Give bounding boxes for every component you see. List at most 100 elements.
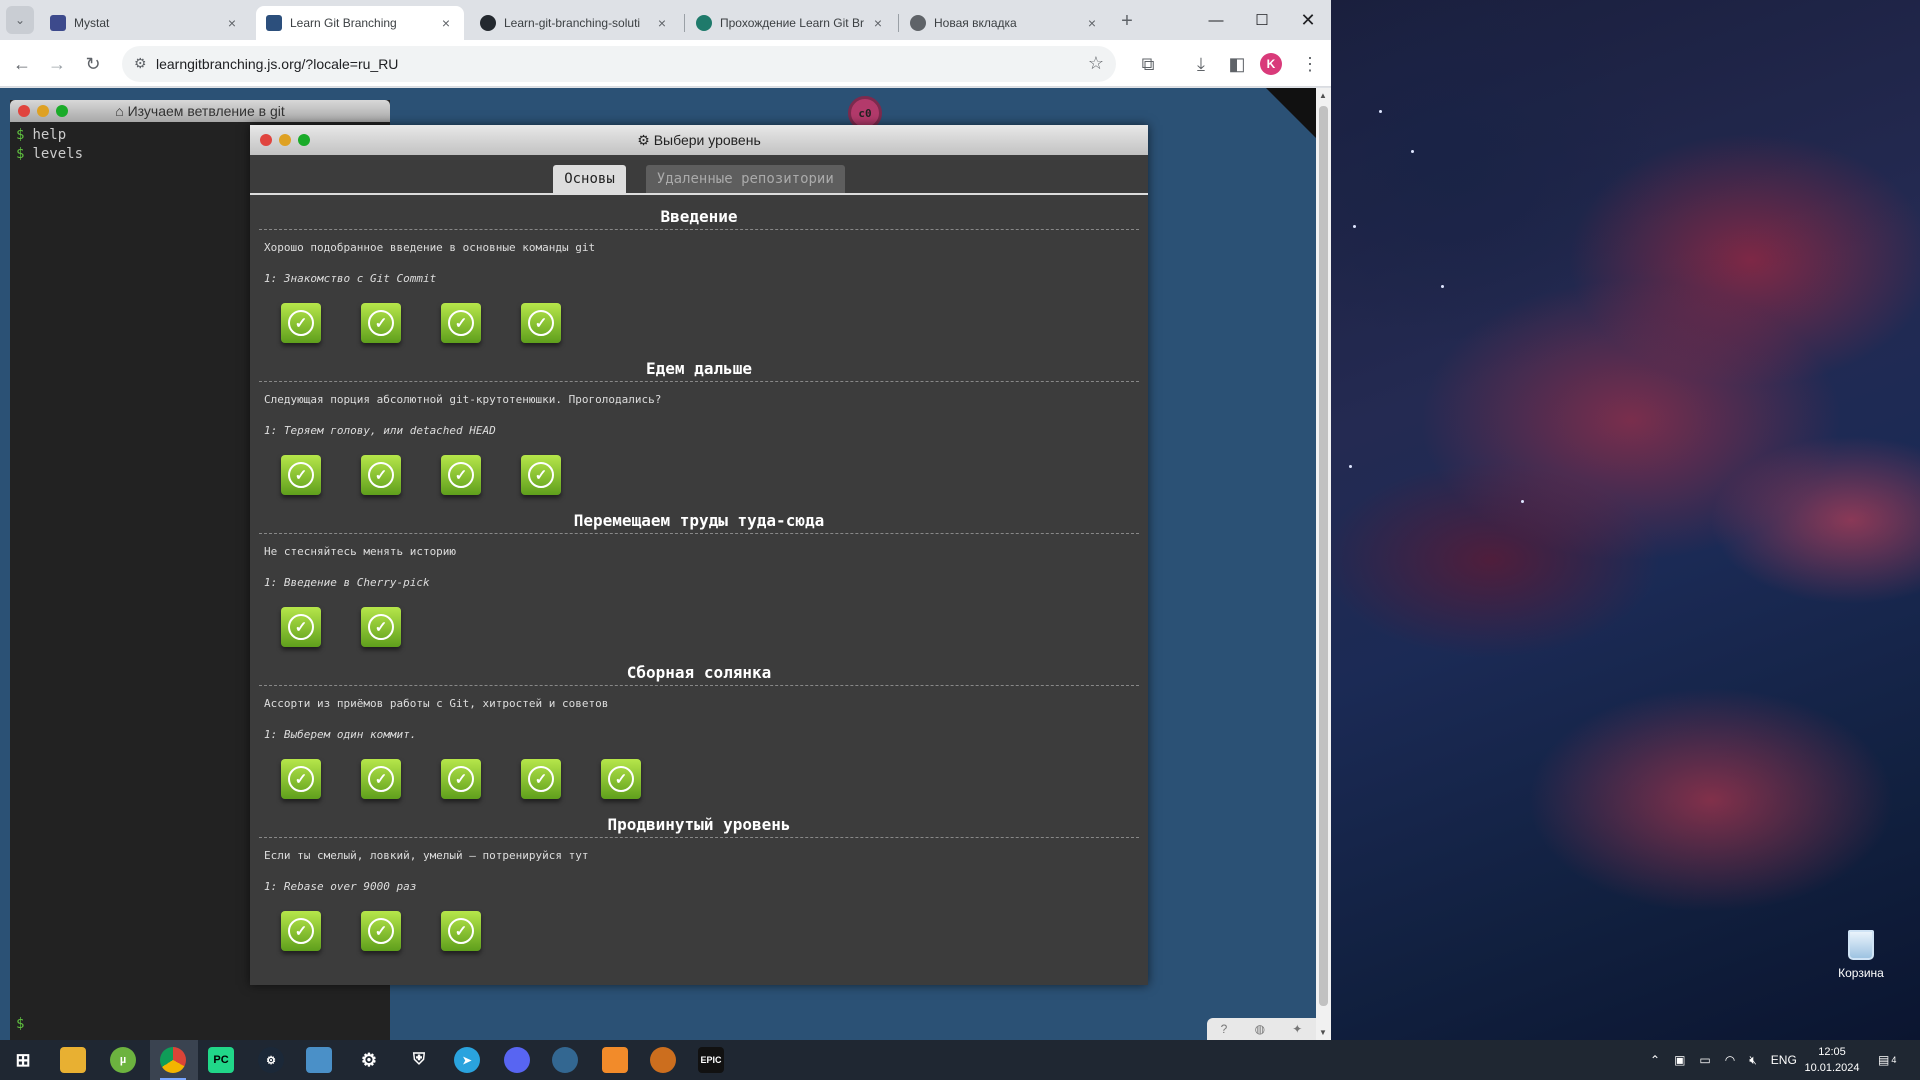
maximize-button[interactable]: ☐: [1240, 0, 1284, 40]
terminal-input-prompt[interactable]: $: [16, 1016, 24, 1032]
speaker-muted-icon[interactable]: 🔇︎: [1749, 1053, 1757, 1068]
level-button[interactable]: ✓: [361, 911, 401, 951]
close-icon[interactable]: ×: [870, 15, 886, 31]
sequence-title: Перемещаем труды туда-сюда: [259, 499, 1139, 534]
level-button[interactable]: ✓: [361, 303, 401, 343]
wifi-icon[interactable]: ◠: [1725, 1053, 1735, 1067]
recycle-bin[interactable]: Корзина: [1820, 930, 1902, 980]
close-icon[interactable]: ×: [224, 15, 240, 31]
close-icon[interactable]: ×: [438, 15, 454, 31]
tab-title: Новая вкладка: [934, 16, 1017, 30]
site-info-icon[interactable]: ⚙: [134, 55, 147, 72]
settings-icon[interactable]: ⚙: [356, 1047, 382, 1073]
level-button[interactable]: ✓: [281, 911, 321, 951]
close-window-button[interactable]: ✕: [1286, 0, 1330, 40]
level-button[interactable]: ✓: [281, 455, 321, 495]
app-icon[interactable]: [306, 1047, 332, 1073]
minimize-button[interactable]: —: [1194, 0, 1238, 40]
language-indicator[interactable]: ENG: [1771, 1053, 1797, 1067]
level-button[interactable]: ✓: [441, 455, 481, 495]
chevron-up-icon[interactable]: ⌃: [1650, 1053, 1660, 1067]
maximize-dot-icon[interactable]: [298, 134, 310, 146]
level-tabs: Основы Удаленные репозитории: [250, 155, 1148, 195]
extensions-icon[interactable]: ⧉: [1133, 49, 1163, 79]
side-panel-icon[interactable]: ◧: [1222, 49, 1252, 79]
checkmark-icon: ✓: [528, 766, 554, 792]
close-icon[interactable]: ×: [1084, 15, 1100, 31]
sequence-title: Продвинутый уровень: [259, 803, 1139, 838]
sequence-first-level: 1: Знакомство с Git Commit: [264, 272, 437, 285]
close-icon[interactable]: ×: [654, 15, 670, 31]
checkmark-icon: ✓: [288, 918, 314, 944]
sequence-first-level: 1: Выберем один коммит.: [264, 728, 417, 741]
reload-button[interactable]: ↻: [78, 49, 108, 79]
postgres-icon[interactable]: [552, 1047, 578, 1073]
scroll-up-icon[interactable]: ▲: [1319, 91, 1327, 100]
utorrent-icon[interactable]: µ: [110, 1047, 136, 1073]
clock[interactable]: 12:05 10.01.2024: [1800, 1044, 1864, 1076]
gear-app-icon[interactable]: [650, 1047, 676, 1073]
level-button[interactable]: ✓: [521, 303, 561, 343]
level-button[interactable]: ✓: [441, 759, 481, 799]
battery-icon[interactable]: ▭: [1699, 1053, 1710, 1067]
menu-icon[interactable]: ⋮: [1295, 49, 1325, 79]
minimize-dot-icon[interactable]: [279, 134, 291, 146]
level-button[interactable]: ✓: [601, 759, 641, 799]
notification-center[interactable]: ▤ 4: [1878, 1040, 1896, 1080]
back-button[interactable]: ←: [7, 49, 37, 79]
maximize-dot-icon[interactable]: [56, 105, 68, 117]
explorer-icon[interactable]: [60, 1047, 86, 1073]
tab-remote[interactable]: Удаленные репозитории: [645, 165, 845, 193]
close-dot-icon[interactable]: [260, 134, 272, 146]
help-icon[interactable]: ?: [1221, 1022, 1228, 1036]
address-bar[interactable]: ⚙ learngitbranching.js.org/?locale=ru_RU…: [122, 46, 1116, 82]
tab-basics[interactable]: Основы: [553, 165, 626, 193]
sublime-icon[interactable]: [602, 1047, 628, 1073]
download-icon[interactable]: ⤓: [1186, 49, 1216, 79]
tab-walkthrough[interactable]: Прохождение Learn Git Br ×: [686, 6, 896, 40]
level-button[interactable]: ✓: [281, 607, 321, 647]
sequence-description: Не стесняйтесь менять историю: [264, 545, 457, 558]
globe-icon[interactable]: ◍: [1255, 1022, 1265, 1036]
epic-games-icon[interactable]: EPIC: [698, 1047, 724, 1073]
scroll-down-icon[interactable]: ▼: [1319, 1028, 1327, 1037]
forward-button[interactable]: →: [42, 49, 72, 79]
tab-learn-git-branching[interactable]: Learn Git Branching ×: [256, 6, 464, 40]
level-button[interactable]: ✓: [361, 607, 401, 647]
new-tab-button[interactable]: +: [1112, 6, 1142, 36]
page-scrollbar[interactable]: ▲ ▼: [1316, 88, 1331, 1040]
level-button[interactable]: ✓: [441, 911, 481, 951]
checkmark-icon: ✓: [288, 614, 314, 640]
checkmark-icon: ✓: [448, 310, 474, 336]
tab-mystat[interactable]: Mystat ×: [40, 6, 250, 40]
twitter-icon[interactable]: ✦: [1292, 1022, 1302, 1036]
telegram-icon[interactable]: ➤: [454, 1047, 480, 1073]
level-button[interactable]: ✓: [281, 303, 321, 343]
level-button[interactable]: ✓: [521, 759, 561, 799]
pycharm-icon[interactable]: PC: [208, 1047, 234, 1073]
bookmark-star-icon[interactable]: ☆: [1088, 53, 1104, 74]
level-button[interactable]: ✓: [441, 303, 481, 343]
discord-icon[interactable]: [504, 1047, 530, 1073]
minimize-dot-icon[interactable]: [37, 105, 49, 117]
close-dot-icon[interactable]: [18, 105, 30, 117]
profile-avatar[interactable]: K: [1260, 53, 1282, 75]
checkmark-icon: ✓: [608, 766, 634, 792]
steam-icon[interactable]: ⚙: [258, 1047, 284, 1073]
level-button[interactable]: ✓: [281, 759, 321, 799]
start-icon[interactable]: ⊞: [10, 1047, 36, 1073]
level-button[interactable]: ✓: [361, 455, 401, 495]
tab-new-tab[interactable]: Новая вкладка ×: [900, 6, 1110, 40]
tab-solutions[interactable]: Learn-git-branching-soluti ×: [470, 6, 680, 40]
github-corner-icon[interactable]: [1266, 88, 1316, 138]
chrome-icon[interactable]: [160, 1047, 186, 1073]
scrollbar-thumb[interactable]: [1319, 106, 1328, 1006]
tab-search-button[interactable]: ⌄: [6, 6, 34, 34]
tray-app-icon[interactable]: ▣: [1674, 1053, 1685, 1067]
level-button[interactable]: ✓: [521, 455, 561, 495]
sequence-description: Если ты смелый, ловкий, умелый – потрени…: [264, 849, 589, 862]
level-button[interactable]: ✓: [361, 759, 401, 799]
tab-title: Learn Git Branching: [290, 16, 397, 30]
sequence-description: Хорошо подобранное введение в основные к…: [264, 241, 596, 254]
security-icon[interactable]: ⛨: [406, 1047, 432, 1073]
